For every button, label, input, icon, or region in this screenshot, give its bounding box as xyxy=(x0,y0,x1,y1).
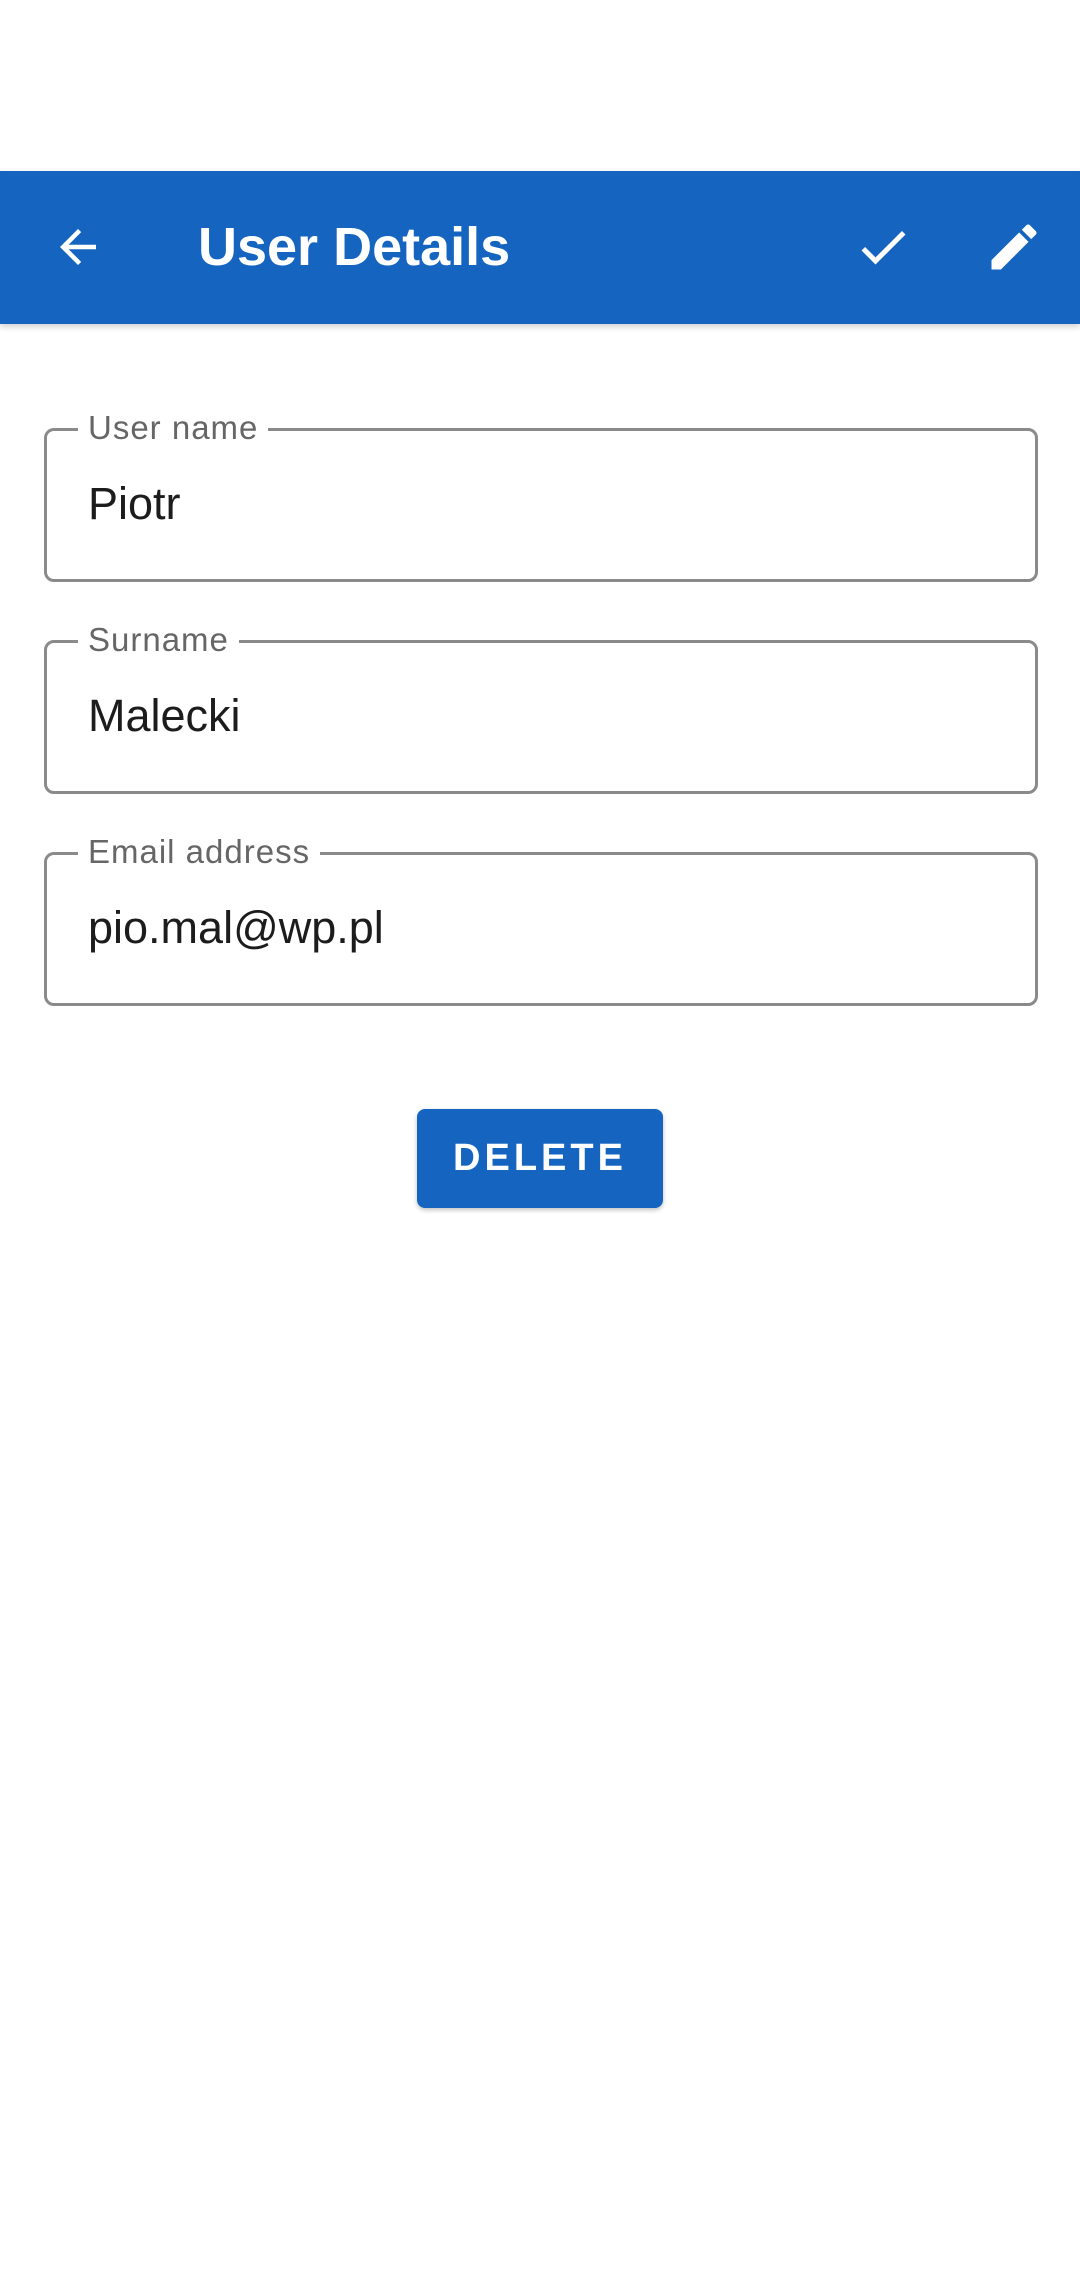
arrow-back-icon xyxy=(60,229,96,265)
email-input[interactable]: pio.mal@wp.pl xyxy=(88,852,384,1004)
user-name-field[interactable]: User name Piotr xyxy=(44,406,1038,582)
delete-button[interactable]: DELETE xyxy=(417,1109,663,1208)
surname-field[interactable]: Surname Malecki xyxy=(44,618,1038,794)
email-field[interactable]: Email address pio.mal@wp.pl xyxy=(44,830,1038,1006)
check-icon xyxy=(861,230,906,265)
surname-input[interactable]: Malecki xyxy=(88,640,241,792)
user-name-input[interactable]: Piotr xyxy=(88,428,181,580)
app-bar: User Details xyxy=(0,171,1080,324)
pencil-edit-icon xyxy=(991,224,1037,270)
user-name-outline xyxy=(44,428,1038,582)
status-bar xyxy=(0,0,1080,171)
save-button[interactable] xyxy=(837,201,929,293)
back-button[interactable] xyxy=(32,201,124,293)
edit-button[interactable] xyxy=(968,201,1060,293)
page-title: User Details xyxy=(198,217,511,277)
